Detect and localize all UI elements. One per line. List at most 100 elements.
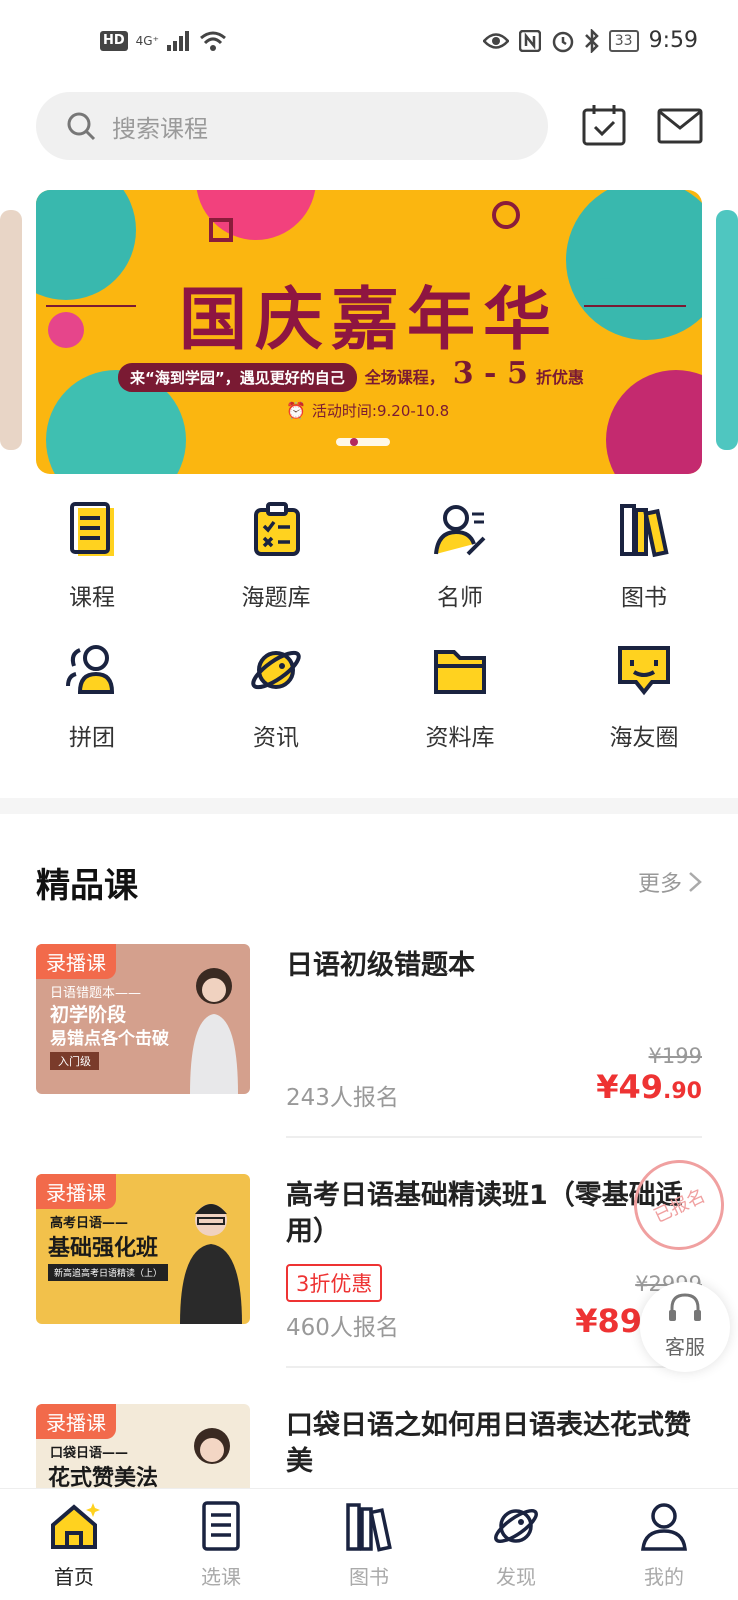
course-thumbnail: 录播课 日语错题本—— 初学阶段 易错点各个击破 入门级: [36, 944, 250, 1094]
home-icon: [51, 1503, 100, 1549]
tab-label: 图书: [349, 1565, 389, 1589]
search-placeholder: 搜索课程: [112, 114, 208, 143]
section-title: 精品课: [36, 866, 138, 906]
clock: 9:59: [648, 28, 698, 53]
tab-label: 我的: [644, 1565, 684, 1589]
row-separator: [286, 1136, 702, 1138]
banner-offer-prefix: 全场课程，: [364, 368, 445, 387]
eye-icon: [482, 32, 509, 49]
banner-offer-suffix: 折优惠: [535, 368, 584, 387]
course-card[interactable]: 录播课 日语错题本—— 初学阶段 易错点各个击破 入门级 日语初级错题本 ¥19…: [36, 944, 702, 1144]
banner-next-peek[interactable]: [716, 210, 738, 450]
battery-icon: 33: [608, 29, 639, 52]
grid-item-community[interactable]: 海友圈: [552, 640, 736, 752]
clipboard-icon: [254, 502, 300, 556]
grid-item-teachers[interactable]: 名师: [368, 500, 552, 612]
teacher-photo: [190, 968, 238, 1094]
grid-label: 拼团: [69, 725, 115, 751]
row-separator: [286, 1366, 702, 1368]
bottom-tab-bar: 首页 选课 图书 发现 我的: [0, 1488, 738, 1600]
grid-label: 海友圈: [609, 725, 679, 751]
grid-item-group-buy[interactable]: 拼团: [0, 640, 184, 752]
alarm-icon: [552, 31, 574, 52]
tab-profile[interactable]: 我的: [590, 1499, 738, 1590]
grid-label: 图书: [621, 585, 667, 611]
wifi-icon: [199, 31, 226, 51]
grid-item-news[interactable]: 资讯: [184, 640, 368, 752]
enroll-count: 460人报名: [286, 1315, 399, 1341]
search-input[interactable]: 搜索课程: [36, 92, 548, 160]
customer-service-button[interactable]: 客服: [640, 1282, 730, 1372]
nfc-icon: [518, 29, 541, 52]
grid-item-books[interactable]: 图书: [552, 500, 736, 612]
course-tag: 录播课: [36, 1404, 116, 1439]
grid-label: 资讯: [253, 725, 299, 751]
thumb-line3: 新高追高考日语精读（上）: [48, 1264, 169, 1281]
chevron-right-icon: [689, 872, 702, 892]
more-label: 更多: [637, 872, 682, 897]
thumb-line2: 基础强化班: [48, 1236, 159, 1261]
banner-slogan: 来“海到学园”，遇见更好的自己: [118, 363, 357, 392]
grid-item-courses[interactable]: 课程: [0, 500, 184, 612]
tab-discover[interactable]: 发现: [442, 1499, 590, 1590]
mail-icon[interactable]: [656, 102, 704, 150]
grid-label: 海题库: [241, 585, 311, 611]
group-icon: [66, 645, 115, 694]
signal-icon: [166, 31, 189, 51]
section-divider: [0, 798, 738, 814]
teacher-photo: [194, 1428, 230, 1464]
banner-period: 活动时间:9.20-10.8: [311, 402, 450, 420]
course-thumbnail: 录播课 高考日语—— 基础强化班 新高追高考日语精读（上）: [36, 1174, 250, 1324]
thumb-line2: 花式赞美法: [48, 1466, 159, 1488]
current-price: ¥49: [596, 1068, 664, 1106]
tab-home[interactable]: 首页: [0, 1499, 148, 1590]
course-tag: 录播课: [36, 1174, 116, 1209]
bluetooth-icon: [584, 28, 599, 53]
teacher-photo: [180, 1204, 242, 1324]
tab-label: 首页: [54, 1565, 94, 1589]
thumb-badge: 入门级: [50, 1052, 99, 1070]
original-price: ¥199: [648, 1044, 702, 1068]
course-title: 日语初级错题本: [286, 950, 475, 981]
tab-courses[interactable]: 选课: [147, 1499, 295, 1590]
thumb-line1: 高考日语——: [50, 1216, 129, 1231]
status-bar: HD 4G⁺ 33 9:59: [0, 0, 738, 90]
thumb-line3: 易错点各个击破: [50, 1029, 169, 1049]
grid-item-question-bank[interactable]: 海题库: [184, 500, 368, 612]
course-thumbnail: 录播课 口袋日语—— 花式赞美法: [36, 1404, 250, 1488]
thumb-line1: 口袋日语——: [50, 1446, 129, 1461]
hd-indicator: HD: [100, 31, 128, 51]
teacher-icon: [434, 505, 486, 556]
grid-label: 课程: [69, 585, 115, 611]
alarm-clock-icon: ⏰: [286, 401, 306, 420]
chat-icon: [618, 646, 670, 696]
promo-banner[interactable]: 国庆嘉年华 来“海到学园”，遇见更好的自己 全场课程， 3 - 5 折优惠 ⏰ …: [36, 190, 702, 474]
headset-icon: [669, 1293, 701, 1321]
banner-offer-discount: 3 - 5: [452, 356, 528, 391]
calendar-check-icon[interactable]: [580, 102, 628, 150]
banner-title: 国庆嘉年华: [178, 280, 559, 360]
enroll-count: 243人报名: [286, 1085, 399, 1111]
more-link[interactable]: 更多: [638, 866, 702, 898]
user-icon: [641, 1503, 687, 1551]
planet-icon: [251, 650, 301, 690]
thumb-line1: 日语错题本——: [50, 986, 142, 1001]
banner-prev-peek[interactable]: [0, 210, 22, 450]
grid-label: 名师: [437, 585, 483, 611]
course-tag: 录播课: [36, 944, 116, 979]
service-label: 客服: [665, 1335, 705, 1359]
tab-label: 选课: [201, 1565, 241, 1589]
current-price: ¥89: [575, 1302, 642, 1340]
books-icon: [620, 504, 669, 558]
current-price-decimal: .90: [663, 1079, 702, 1104]
books-icon: [346, 1503, 392, 1552]
course-card[interactable]: 录播课 口袋日语—— 花式赞美法 口袋日语之如何用日语表达花式赞美: [36, 1404, 702, 1488]
tab-label: 发现: [496, 1565, 536, 1589]
network-type: 4G⁺: [135, 34, 159, 48]
course-card[interactable]: 录播课 高考日语—— 基础强化班 新高追高考日语精读（上） 高考日语基础精读班1…: [36, 1145, 738, 1374]
grid-item-resources[interactable]: 资料库: [368, 640, 552, 752]
folder-icon: [434, 650, 486, 694]
tab-books[interactable]: 图书: [295, 1499, 443, 1590]
planet-icon: [494, 1509, 538, 1543]
book-list-icon: [202, 1501, 240, 1551]
